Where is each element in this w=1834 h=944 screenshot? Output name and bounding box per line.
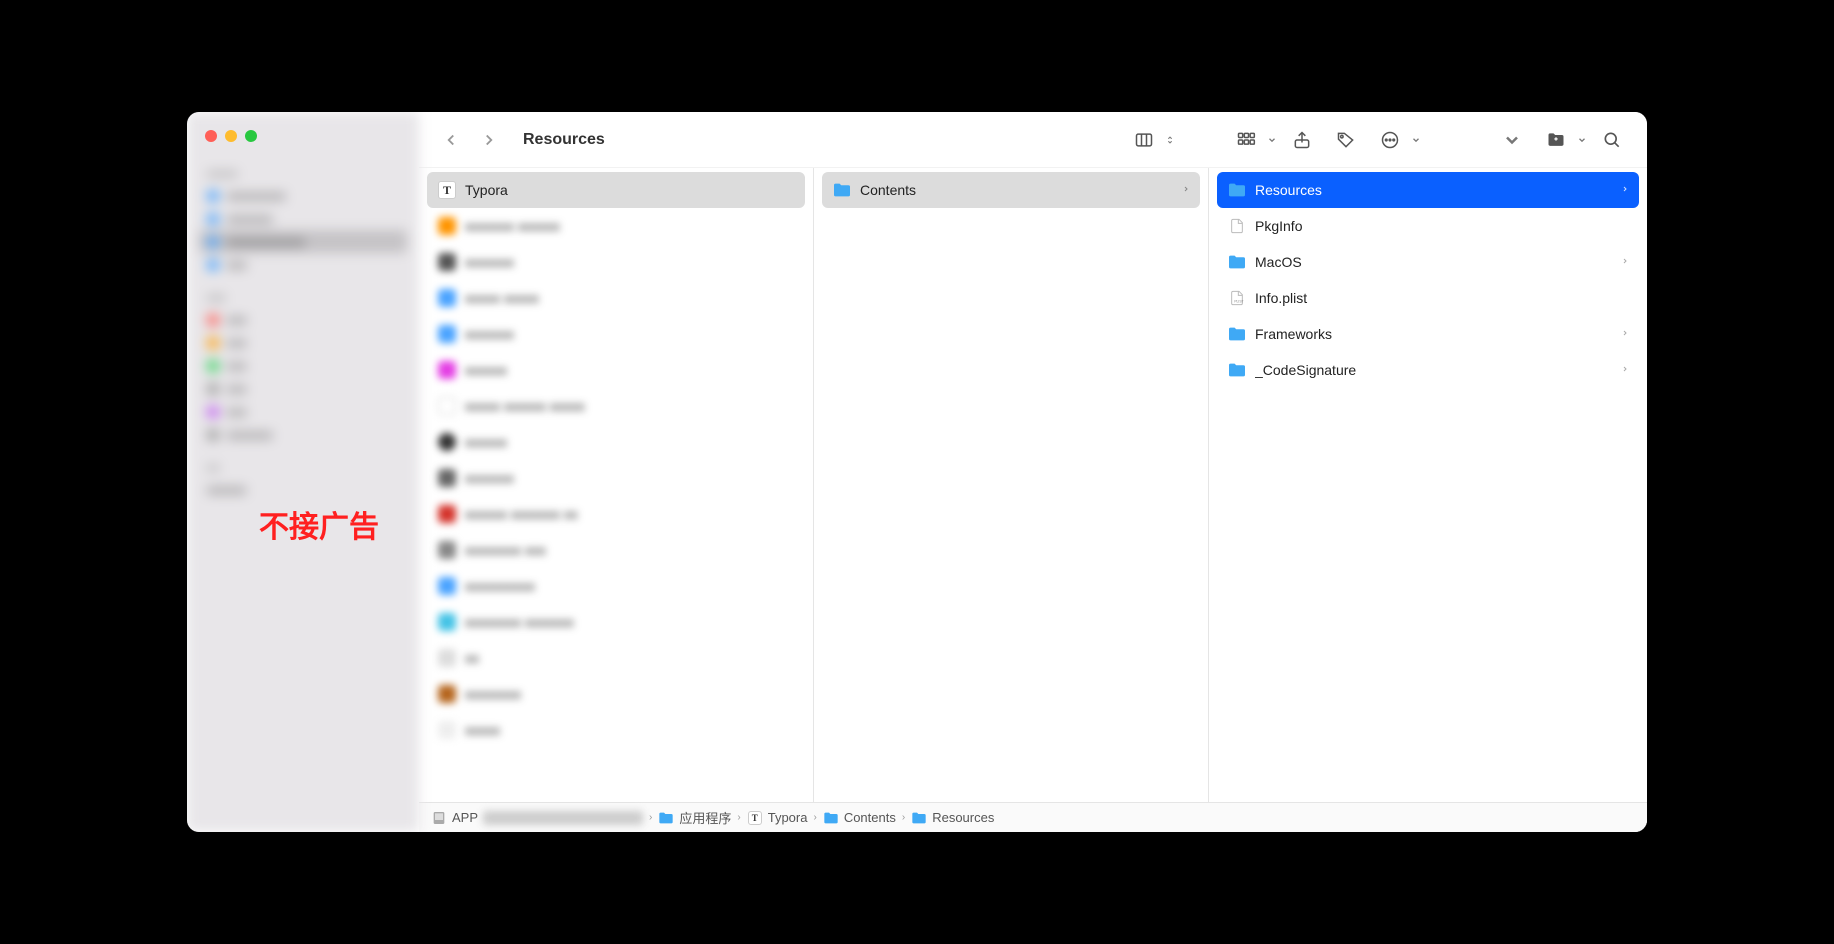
row-frameworks[interactable]: Frameworks xyxy=(1217,316,1639,352)
path-segment-disk[interactable]: APP xyxy=(431,810,643,825)
column-header-label: Contents xyxy=(860,182,1174,198)
row-resources[interactable]: Resources xyxy=(1217,172,1639,208)
plist-icon: PLIST xyxy=(1227,288,1247,308)
chevron-right-icon xyxy=(1621,327,1629,342)
close-button[interactable] xyxy=(205,130,217,142)
finder-window: xxxxx xxxxxxxxx xxxxxxx xxxxxxxxxxxx xxx… xyxy=(187,112,1647,832)
row-label: MacOS xyxy=(1255,254,1613,270)
path-label: Typora xyxy=(768,810,808,825)
chevron-right-icon: › xyxy=(902,812,905,823)
share-button[interactable] xyxy=(1283,125,1321,155)
back-button[interactable] xyxy=(435,126,467,154)
folder-icon xyxy=(1227,360,1247,380)
maximize-button[interactable] xyxy=(245,130,257,142)
window-title: Resources xyxy=(523,131,605,149)
path-segment-applications[interactable]: 应用程序 xyxy=(658,808,731,827)
t-icon: T xyxy=(437,180,457,200)
folder-icon xyxy=(1227,252,1247,272)
search-button[interactable] xyxy=(1593,125,1631,155)
main-area: Resources xyxy=(419,112,1647,832)
toolbar: Resources xyxy=(419,112,1647,168)
chevron-right-icon xyxy=(1621,183,1629,198)
folder-icon xyxy=(658,811,674,825)
path-segment-typora[interactable]: T Typora xyxy=(747,810,808,825)
action-menu-button[interactable] xyxy=(1371,125,1421,155)
file-icon xyxy=(1227,216,1247,236)
folder-icon xyxy=(832,180,852,200)
view-columns-button[interactable] xyxy=(1125,125,1175,155)
folder-icon xyxy=(823,811,839,825)
column-header-contents[interactable]: Contents xyxy=(822,172,1200,208)
column-3[interactable]: Resources PkgInfo MacOS xyxy=(1209,168,1647,802)
svg-text:PLIST: PLIST xyxy=(1234,300,1243,304)
folder-icon xyxy=(911,811,927,825)
column-2[interactable]: Contents xyxy=(814,168,1209,802)
folder-icon xyxy=(1227,180,1247,200)
chevron-right-icon xyxy=(1621,363,1629,378)
chevron-right-icon xyxy=(1621,255,1629,270)
column-header-label: Typora xyxy=(465,182,795,198)
chevron-right-icon: › xyxy=(649,812,652,823)
minimize-button[interactable] xyxy=(225,130,237,142)
sidebar: xxxxx xxxxxxxxx xxxxxxx xxxxxxxxxxxx xxx… xyxy=(187,112,419,832)
path-segment-contents[interactable]: Contents xyxy=(823,810,896,825)
forward-button[interactable] xyxy=(473,126,505,154)
column-1[interactable]: T Typora xxxxxxx xxxxxx xxxxxxx xxxxx xx… xyxy=(419,168,814,802)
chevron-right-icon: › xyxy=(813,812,816,823)
column-header-typora[interactable]: T Typora xyxy=(427,172,805,208)
path-label: Resources xyxy=(932,810,994,825)
window-controls xyxy=(205,130,257,142)
folder-icon xyxy=(1227,324,1247,344)
t-icon: T xyxy=(747,811,763,825)
row-label: Info.plist xyxy=(1255,290,1629,306)
row-codesignature[interactable]: _CodeSignature xyxy=(1217,352,1639,388)
row-pkginfo[interactable]: PkgInfo xyxy=(1217,208,1639,244)
chevron-right-icon: › xyxy=(737,812,740,823)
row-label: Resources xyxy=(1255,182,1613,198)
row-label: Frameworks xyxy=(1255,326,1613,342)
row-macos[interactable]: MacOS xyxy=(1217,244,1639,280)
path-label: APP xyxy=(452,810,478,825)
group-by-button[interactable] xyxy=(1227,125,1277,155)
row-label: PkgInfo xyxy=(1255,218,1629,234)
new-folder-button[interactable] xyxy=(1537,125,1587,155)
chevron-right-icon xyxy=(1182,183,1190,198)
column-view: T Typora xxxxxxx xxxxxx xxxxxxx xxxxx xx… xyxy=(419,168,1647,802)
path-bar: APP › 应用程序 › T Typora › Contents xyxy=(419,802,1647,832)
path-segment-resources[interactable]: Resources xyxy=(911,810,994,825)
row-label: _CodeSignature xyxy=(1255,362,1613,378)
disk-icon xyxy=(431,811,447,825)
tags-button[interactable] xyxy=(1327,125,1365,155)
path-label: 应用程序 xyxy=(679,808,731,827)
path-label: Contents xyxy=(844,810,896,825)
row-infoplist[interactable]: PLIST Info.plist xyxy=(1217,280,1639,316)
dropdown-button[interactable] xyxy=(1493,125,1531,155)
